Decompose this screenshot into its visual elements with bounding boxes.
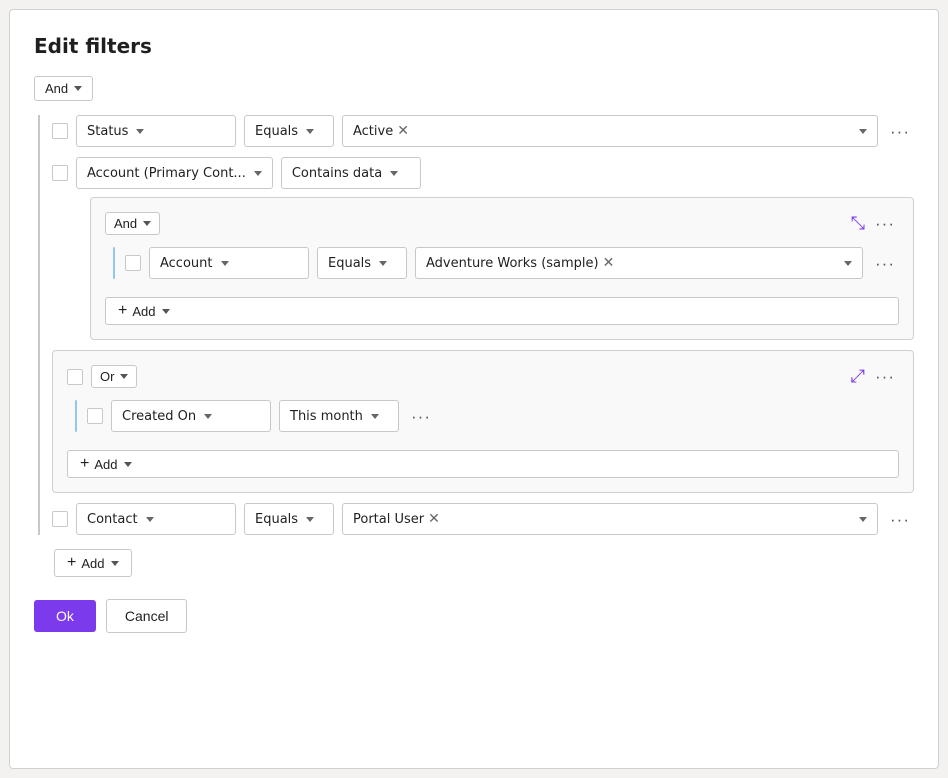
filter-row-2-nested-operator-dropdown[interactable]: Equals	[317, 247, 407, 279]
filter-row-2-nested-checkbox[interactable]	[125, 255, 141, 271]
filter-row-2-field-dropdown[interactable]: Account (Primary Cont...	[76, 157, 273, 189]
filter-row-2-nested-value-dropdown[interactable]: Adventure Works (sample) ✕	[415, 247, 863, 279]
filter-row-2-wrapper: Account (Primary Cont... Contains data A…	[52, 157, 914, 340]
filter-row-3-wrapper: Or ⤢ ···	[52, 350, 914, 493]
filter-row-4-value-tag: Portal User ✕	[353, 512, 440, 527]
top-and-label: And	[45, 81, 68, 96]
filter-row-1-value-close-icon[interactable]: ✕	[397, 124, 409, 138]
filter-row-3-add-chevron-icon	[124, 462, 132, 467]
filter-row-3-nested-operator-dropdown[interactable]: This month	[279, 400, 399, 432]
filter-row-3-nested-content: Created On This month ···	[87, 400, 899, 432]
filter-row-3-nested-operator-chevron-icon	[371, 414, 379, 419]
filter-row-1-operator-chevron-icon	[306, 129, 314, 134]
filter-row-2-add-button[interactable]: + Add	[105, 297, 899, 325]
top-level-vline	[38, 115, 40, 535]
filter-row-1-operator-dropdown[interactable]: Equals	[244, 115, 334, 147]
filter-row-2-and-button[interactable]: And	[105, 212, 160, 235]
bottom-add-chevron-icon	[111, 561, 119, 566]
filter-row-3-vline	[75, 400, 77, 432]
filter-row-2-group-box: And ⤡ ···	[90, 197, 914, 340]
filter-row-3-add-button[interactable]: + Add	[67, 450, 899, 478]
cancel-button[interactable]: Cancel	[106, 599, 188, 633]
filter-row-3-nested-checkbox[interactable]	[87, 408, 103, 424]
ok-button[interactable]: Ok	[34, 600, 96, 632]
filter-row-2-group-header: And ⤡ ···	[105, 212, 899, 235]
filter-row-3-add-plus-icon: +	[80, 456, 89, 472]
filter-row-2-add-plus-icon: +	[118, 303, 127, 319]
filter-row-2-checkbox[interactable]	[52, 165, 68, 181]
bottom-add-button[interactable]: + Add	[54, 549, 132, 577]
filter-row-2-nested-field-dropdown[interactable]: Account	[149, 247, 309, 279]
filter-row-4-checkbox[interactable]	[52, 511, 68, 527]
filter-row-2-nested-more-button[interactable]: ···	[871, 253, 899, 274]
filter-row-3-nested-connector: Created On This month ···	[67, 400, 899, 432]
top-and-button[interactable]: And	[34, 76, 93, 101]
filter-row-3-collapse-icon[interactable]: ⤢	[851, 366, 865, 387]
filter-items: Status Equals Active ✕ ···	[52, 115, 914, 535]
filter-row-2-nested-connector: Account Equals Adve	[105, 247, 899, 279]
bottom-add-plus-icon: +	[67, 555, 76, 571]
filter-row-3-or-button[interactable]: Or	[91, 365, 137, 388]
filter-row-2-inner-rows: Account Equals Adve	[105, 247, 899, 325]
filter-row-4-value-dropdown[interactable]: Portal User ✕	[342, 503, 878, 535]
filter-row-2-header: Account (Primary Cont... Contains data	[52, 157, 914, 189]
modal-title: Edit filters	[34, 34, 914, 58]
filter-row-4-more-button[interactable]: ···	[886, 509, 914, 530]
filter-row-2-operator-chevron-icon	[390, 171, 398, 176]
filter-row-4-value-close-icon[interactable]: ✕	[428, 512, 440, 526]
filter-row-1-value-chevron-icon	[859, 129, 867, 134]
filter-row-4-field-dropdown[interactable]: Contact	[76, 503, 236, 535]
filter-row-3-or-chevron-icon	[120, 374, 128, 379]
filter-row-3-group-actions: ⤢ ···	[851, 366, 899, 387]
filter-row-3-nested-row: Created On This month ···	[87, 400, 899, 432]
filter-row-3-group-header: Or ⤢ ···	[67, 365, 899, 388]
top-and-chevron-icon	[74, 86, 82, 91]
filter-row-2-vline	[113, 247, 115, 279]
filter-row-2-nested-field-chevron-icon	[221, 261, 229, 266]
filter-row-4: Contact Equals Portal User ✕ ···	[52, 503, 914, 535]
modal-footer: Ok Cancel	[34, 599, 914, 633]
filter-row-4-field-chevron-icon	[146, 517, 154, 522]
filter-row-3-header-left: Or	[67, 365, 137, 388]
filter-row-3-group-box: Or ⤢ ···	[52, 350, 914, 493]
filter-row-1-field-dropdown[interactable]: Status	[76, 115, 236, 147]
filter-row-2-nested-operator-chevron-icon	[379, 261, 387, 266]
filter-row-2-group-actions: ⤡ ···	[851, 213, 899, 234]
filter-row-3-inner-rows: Created On This month ···	[67, 400, 899, 478]
filter-row-1: Status Equals Active ✕ ···	[52, 115, 914, 147]
filter-row-2-add-chevron-icon	[162, 309, 170, 314]
filter-container: Status Equals Active ✕ ···	[34, 115, 914, 535]
filter-row-3-nested-field-dropdown[interactable]: Created On	[111, 400, 271, 432]
filter-row-2-nested-row: Account Equals Adve	[125, 247, 899, 279]
filter-row-2-nested-value-tag: Adventure Works (sample) ✕	[426, 256, 614, 271]
filter-row-2-nested-value-chevron-icon	[844, 261, 852, 266]
filter-row-2-more-button[interactable]: ···	[871, 213, 899, 234]
filter-row-1-value-tag: Active ✕	[353, 124, 409, 139]
filter-row-3-more-button[interactable]: ···	[871, 366, 899, 387]
filter-row-3-nested-field-chevron-icon	[204, 414, 212, 419]
filter-row-1-more-button[interactable]: ···	[886, 121, 914, 142]
filter-row-2-collapse-icon[interactable]: ⤡	[851, 213, 865, 234]
filter-row-2-nested-content: Account Equals Adve	[125, 247, 899, 279]
filter-row-2-field-chevron-icon	[254, 171, 262, 176]
filter-row-4-operator-dropdown[interactable]: Equals	[244, 503, 334, 535]
filter-row-3-checkbox[interactable]	[67, 369, 83, 385]
filter-row-2-and-chevron-icon	[143, 221, 151, 226]
filter-row-4-value-chevron-icon	[859, 517, 867, 522]
filter-row-4-operator-chevron-icon	[306, 517, 314, 522]
edit-filters-modal: Edit filters And Status Equals	[9, 9, 939, 769]
filter-row-2-operator-dropdown[interactable]: Contains data	[281, 157, 421, 189]
filter-row-1-field-chevron-icon	[136, 129, 144, 134]
filter-row-2-nested-value-close-icon[interactable]: ✕	[603, 256, 615, 270]
filter-row-3-nested-more-button[interactable]: ···	[407, 406, 435, 427]
filter-row-1-checkbox[interactable]	[52, 123, 68, 139]
filter-row-1-value-dropdown[interactable]: Active ✕	[342, 115, 878, 147]
